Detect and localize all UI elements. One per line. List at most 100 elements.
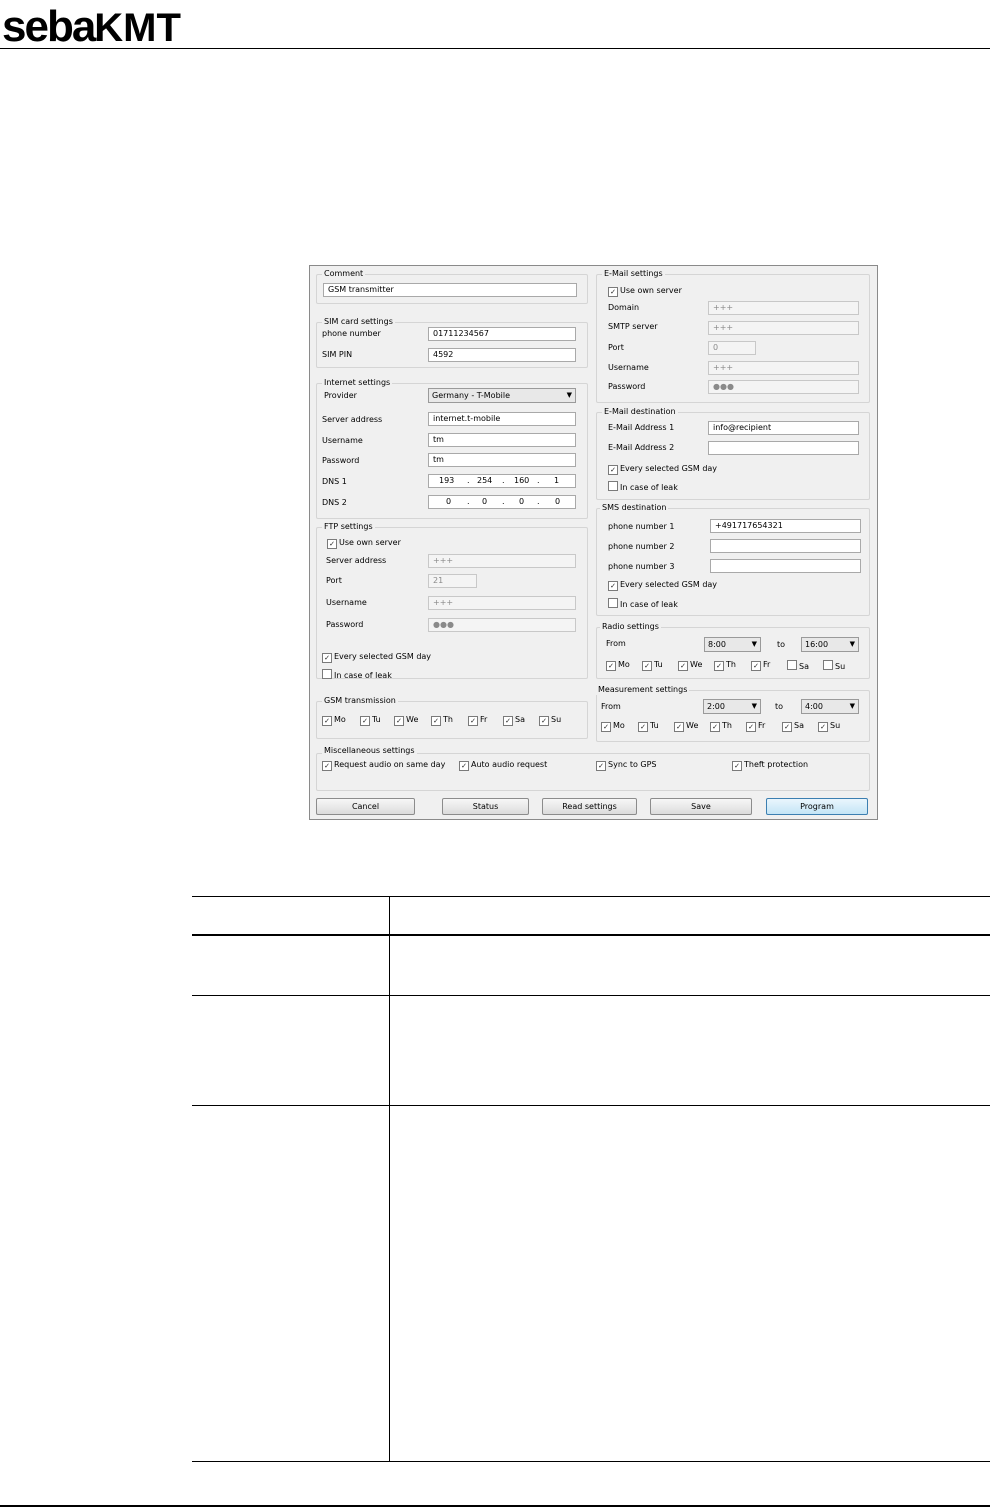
footer-rule [0, 1505, 990, 1507]
sim-pin-input[interactable]: 4592 [428, 348, 576, 362]
provider-label: Provider [324, 391, 357, 400]
check-icon: ✓ [608, 581, 618, 591]
measure-day-mo[interactable]: ✓ Mo [601, 721, 625, 732]
provider-select[interactable]: Germany - T-Mobile ▼ [428, 388, 576, 403]
status-button[interactable]: Status [442, 798, 529, 815]
chevron-down-icon: ▼ [849, 640, 855, 648]
auto-audio-checkbox[interactable]: ✓ Auto audio request [459, 760, 547, 771]
measure-day-sa[interactable]: ✓ Sa [782, 721, 804, 732]
sms-every-day-checkbox[interactable]: ✓ Every selected GSM day [608, 580, 717, 591]
table-bottom-rule [192, 1461, 990, 1462]
radio-day-th[interactable]: ✓ Th [714, 660, 736, 671]
description-table [192, 896, 990, 1462]
ftp-port-input[interactable]: 21 [428, 574, 477, 588]
dns2-input[interactable]: 0. 0. 0. 0 [428, 495, 576, 509]
misc-group [316, 753, 870, 791]
measure-from-select[interactable]: 2:00 ▼ [703, 699, 761, 714]
radio-day-fr[interactable]: ✓ Fr [751, 660, 770, 671]
radio-day-tu[interactable]: ✓ Tu [642, 660, 663, 671]
sim-phone-label: phone number [322, 329, 381, 338]
gsm-day-sa[interactable]: ✓ Sa [503, 715, 525, 726]
email-smtp-input[interactable]: +++ [708, 321, 859, 335]
check-icon: ✓ [608, 465, 618, 475]
measure-day-we[interactable]: ✓ We [674, 721, 698, 732]
measure-to-select[interactable]: 4:00 ▼ [801, 699, 859, 714]
sim-pin-label: SIM PIN [322, 350, 353, 359]
ftp-server-input[interactable]: +++ [428, 554, 576, 568]
read-settings-button[interactable]: Read settings [542, 798, 637, 815]
sms-leak-checkbox[interactable]: In case of leak [608, 598, 678, 610]
table-column-rule [389, 896, 390, 1462]
email-own-server-checkbox[interactable]: ✓ Use own server [608, 286, 682, 297]
inet-server-input[interactable]: internet.t-mobile [428, 412, 576, 426]
dns2-octet: 0 [446, 497, 452, 506]
sync-gps-checkbox[interactable]: ✓ Sync to GPS [596, 760, 657, 771]
measure-day-fr[interactable]: ✓ Fr [746, 721, 765, 732]
measure-day-tu[interactable]: ✓ Tu [638, 721, 659, 732]
request-audio-checkbox[interactable]: ✓ Request audio on same day [322, 760, 445, 771]
radio-day-sa[interactable]: Sa [787, 660, 809, 672]
email-addr2-input[interactable] [708, 441, 859, 455]
radio-to-label: to [777, 640, 786, 649]
chevron-down-icon: ▼ [751, 640, 757, 648]
table-row-rule [192, 995, 990, 996]
measure-day-th[interactable]: ✓ Th [710, 721, 732, 732]
sms-p3-label: phone number 3 [608, 562, 675, 571]
inet-pass-label: Password [322, 456, 360, 465]
inet-pass-input[interactable]: tm [428, 453, 576, 467]
sebakmt-logo: sebaKMT [2, 2, 181, 51]
dns1-octet: 1 [554, 476, 560, 485]
email-domain-input[interactable]: +++ [708, 301, 859, 315]
sms-p3-input[interactable] [710, 559, 861, 573]
theft-protection-checkbox[interactable]: ✓ Theft protection [732, 760, 808, 771]
dns1-octet: 254 [477, 476, 493, 485]
gsm-day-tu[interactable]: ✓ Tu [360, 715, 381, 726]
comment-group-label: Comment [322, 269, 366, 279]
email-port-input[interactable]: 0 [708, 341, 756, 355]
ftp-leak-checkbox[interactable]: In case of leak [322, 669, 392, 681]
email-every-day-checkbox[interactable]: ✓ Every selected GSM day [608, 464, 717, 475]
ftp-user-input[interactable]: +++ [428, 596, 576, 610]
radio-day-mo[interactable]: ✓ Mo [606, 660, 630, 671]
gsm-day-su[interactable]: ✓ Su [539, 715, 561, 726]
inet-server-label: Server address [322, 415, 383, 424]
email-user-input[interactable]: +++ [708, 361, 859, 375]
gsm-day-fr[interactable]: ✓ Fr [468, 715, 487, 726]
dns2-octet: 0 [555, 497, 561, 506]
radio-day-su[interactable]: Su [823, 660, 845, 672]
sms-p2-input[interactable] [710, 539, 861, 553]
comment-input[interactable]: GSM transmitter [323, 283, 577, 297]
radio-from-select[interactable]: 8:00 ▼ [704, 637, 761, 652]
sms-p2-label: phone number 2 [608, 542, 675, 551]
sim-phone-input[interactable]: 01711234567 [428, 327, 576, 341]
gsm-day-mo[interactable]: ✓ Mo [322, 715, 346, 726]
ftp-group-label: FTP settings [322, 522, 375, 532]
measure-day-su[interactable]: ✓ Su [818, 721, 840, 732]
dns1-input[interactable]: 193. 254. 160. 1 [428, 474, 576, 488]
email-leak-checkbox[interactable]: In case of leak [608, 481, 678, 493]
ftp-own-server-checkbox[interactable]: ✓ Use own server [327, 538, 401, 549]
radio-from-label: From [606, 639, 626, 648]
dns2-octet: 0 [482, 497, 488, 506]
measure-group-label: Measurement settings [596, 685, 690, 695]
ftp-every-day-checkbox[interactable]: ✓ Every selected GSM day [322, 652, 431, 663]
check-icon: ✓ [322, 653, 332, 663]
save-button[interactable]: Save [650, 798, 752, 815]
radio-day-we[interactable]: ✓ We [678, 660, 702, 671]
internet-group-label: Internet settings [322, 378, 393, 388]
gsm-day-th[interactable]: ✓ Th [431, 715, 453, 726]
table-header-rule [192, 934, 990, 936]
email-pass-input[interactable]: ●●● [708, 380, 859, 394]
dns2-label: DNS 2 [322, 498, 347, 507]
ftp-pass-input[interactable]: ●●● [428, 618, 576, 632]
inet-user-input[interactable]: tm [428, 433, 576, 447]
gsm-day-we[interactable]: ✓ We [394, 715, 418, 726]
email-addr1-input[interactable]: info@recipient [708, 421, 859, 435]
radio-to-select[interactable]: 16:00 ▼ [801, 637, 859, 652]
dns1-octet: 160 [514, 476, 530, 485]
sms-p1-label: phone number 1 [608, 522, 675, 531]
program-button[interactable]: Program [766, 798, 868, 815]
sms-p1-input[interactable]: +491717654321 [710, 519, 861, 533]
cancel-button[interactable]: Cancel [316, 798, 415, 815]
email-port-label: Port [608, 343, 624, 352]
